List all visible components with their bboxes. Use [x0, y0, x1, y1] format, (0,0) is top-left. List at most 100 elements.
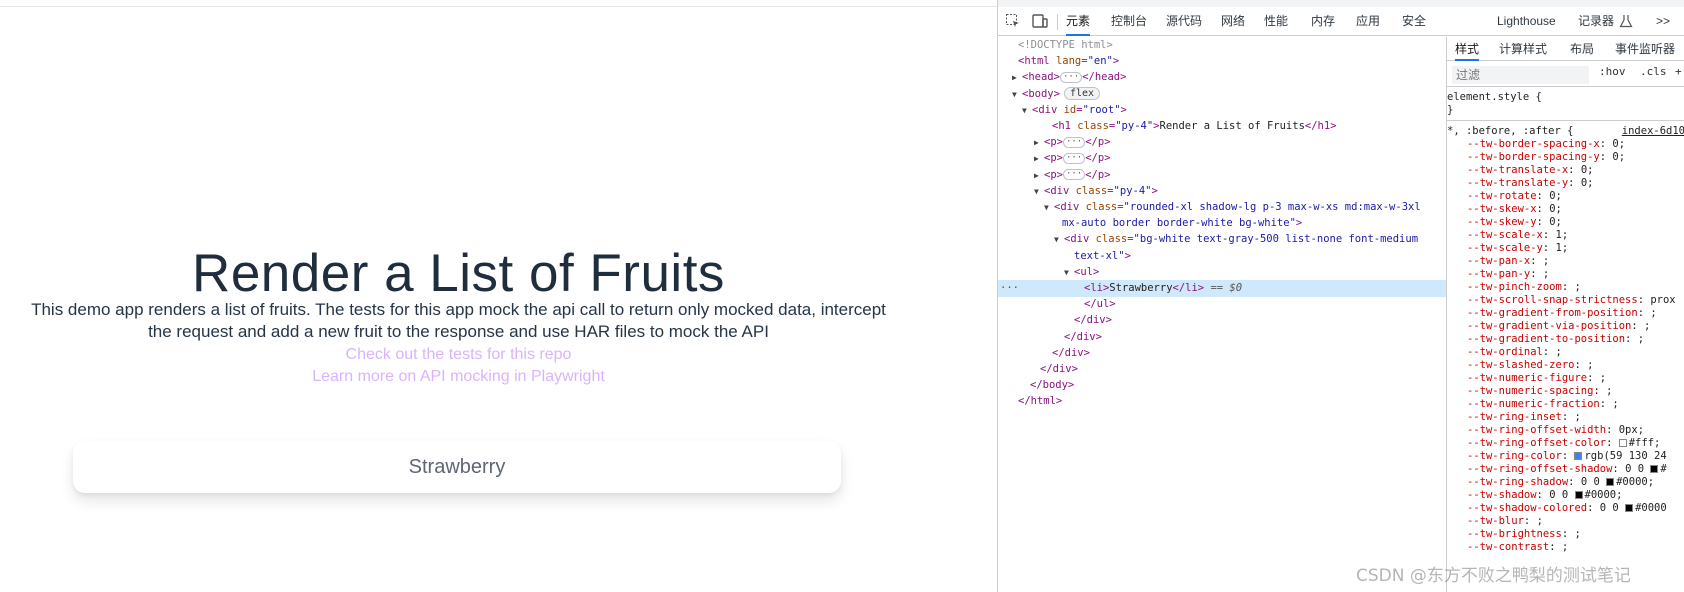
dom-node-line[interactable]: </div>	[998, 312, 1446, 329]
tab-sources[interactable]: 源代码	[1166, 7, 1202, 36]
tab-elements[interactable]: 元素	[1066, 7, 1091, 36]
dom-node-line[interactable]: </div>	[998, 329, 1446, 346]
node-actions-icon[interactable]: ···	[1000, 280, 1019, 297]
dom-node-line[interactable]: </div>	[998, 361, 1446, 378]
css-declaration[interactable]: --tw-skew-x: 0;	[1447, 203, 1684, 216]
inspect-element-icon[interactable]	[1005, 13, 1021, 29]
expand-toggle-icon[interactable]: ▶	[1034, 150, 1044, 167]
css-declaration[interactable]: --tw-slashed-zero: ;	[1447, 359, 1684, 372]
css-declaration[interactable]: --tw-gradient-via-position: ;	[1447, 320, 1684, 333]
dom-node-line[interactable]: text-xl">	[998, 248, 1446, 265]
color-swatch-icon[interactable]	[1650, 465, 1659, 473]
css-declaration[interactable]: --tw-ring-shadow: 0 0 #0000;	[1447, 476, 1684, 489]
css-declaration[interactable]: --tw-ring-offset-shadow: 0 0 #	[1447, 463, 1684, 476]
css-declaration[interactable]: --tw-translate-y: 0;	[1447, 177, 1684, 190]
css-declaration[interactable]: --tw-gradient-to-position: ;	[1447, 333, 1684, 346]
tests-repo-link[interactable]: Check out the tests for this repo	[0, 346, 917, 364]
expand-toggle-icon[interactable]: ▼	[1022, 102, 1032, 119]
css-declaration[interactable]: --tw-numeric-figure: ;	[1447, 372, 1684, 385]
expand-toggle-icon[interactable]: ▶	[1034, 134, 1044, 151]
color-swatch-icon[interactable]	[1574, 452, 1583, 460]
color-swatch-icon[interactable]	[1606, 478, 1615, 486]
dom-node-line[interactable]: ▶ <head> ··· </head>	[998, 69, 1446, 86]
css-declaration[interactable]: --tw-blur: ;	[1447, 515, 1684, 528]
rule-source-link[interactable]: index-6d10	[1622, 125, 1684, 138]
css-declaration[interactable]: --tw-pinch-zoom: ;	[1447, 281, 1684, 294]
dom-node-line[interactable]: <h1 class="py-4">Render a List of Fruits…	[998, 118, 1446, 135]
expand-toggle-icon[interactable]: ▼	[1034, 183, 1044, 200]
dom-node-line[interactable]: ▶ <p> ··· </p>	[998, 167, 1446, 184]
css-declaration[interactable]: --tw-scale-x: 1;	[1447, 229, 1684, 242]
tab-layout[interactable]: 布局	[1570, 37, 1594, 61]
tab-performance[interactable]: 性能	[1264, 7, 1288, 36]
css-declaration[interactable]: --tw-shadow: 0 0 #0000;	[1447, 489, 1684, 502]
tab-computed[interactable]: 计算样式	[1499, 37, 1547, 61]
expand-toggle-icon[interactable]: ▼	[1044, 199, 1054, 216]
css-declaration[interactable]: --tw-border-spacing-y: 0;	[1447, 151, 1684, 164]
dom-node-line[interactable]: ▼ <div class="py-4">	[998, 183, 1446, 200]
css-declaration[interactable]: --tw-translate-x: 0;	[1447, 164, 1684, 177]
class-toggle[interactable]: .cls	[1640, 65, 1667, 78]
expand-toggle-icon[interactable]: ▼	[1012, 86, 1022, 103]
tab-application[interactable]: 应用	[1356, 7, 1380, 36]
color-swatch-icon[interactable]	[1574, 491, 1583, 499]
css-declaration[interactable]: --tw-shadow-colored: 0 0 #0000	[1447, 502, 1684, 515]
dom-node-line[interactable]: mx-auto border border-white bg-white">	[998, 215, 1446, 232]
css-declaration[interactable]: --tw-ring-color: rgb(59 130 24	[1447, 450, 1684, 463]
css-declaration[interactable]: --tw-ordinal: ;	[1447, 346, 1684, 359]
css-declaration[interactable]: --tw-rotate: 0;	[1447, 190, 1684, 203]
css-declaration[interactable]: --tw-pan-x: ;	[1447, 255, 1684, 268]
dom-node-line[interactable]: ▶ <p> ··· </p>	[998, 150, 1446, 167]
tab-event-listeners[interactable]: 事件监听器	[1615, 37, 1675, 61]
css-declaration[interactable]: --tw-contrast: ;	[1447, 541, 1684, 554]
api-mocking-link[interactable]: Learn more on API mocking in Playwright	[0, 368, 917, 386]
expand-toggle-icon[interactable]: ▶	[1012, 69, 1022, 86]
css-declaration[interactable]: --tw-ring-inset: ;	[1447, 411, 1684, 424]
rule-separator	[1447, 120, 1684, 121]
new-rule-button[interactable]: +	[1675, 65, 1682, 78]
dom-node-line[interactable]: ▶ <p> ··· </p>	[998, 134, 1446, 151]
css-declaration[interactable]: --tw-ring-offset-width: 0px;	[1447, 424, 1684, 437]
css-declaration[interactable]: --tw-scroll-snap-strictness: prox	[1447, 294, 1684, 307]
expand-toggle-icon[interactable]: ▼	[1064, 264, 1074, 281]
dom-node-line[interactable]: ▼ <div class="rounded-xl shadow-lg p-3 ma…	[998, 199, 1446, 216]
css-declaration[interactable]: --tw-brightness: ;	[1447, 528, 1684, 541]
dom-node-line[interactable]: ▼ <ul>	[998, 264, 1446, 281]
dom-node-line[interactable]: </div>	[998, 345, 1446, 362]
expand-toggle-icon[interactable]: ▶	[1034, 167, 1044, 184]
css-declaration[interactable]: --tw-ring-offset-color: #fff;	[1447, 437, 1684, 450]
css-declaration[interactable]: --tw-numeric-spacing: ;	[1447, 385, 1684, 398]
tab-security[interactable]: 安全	[1402, 7, 1426, 36]
tab-recorder[interactable]: 记录器	[1578, 7, 1614, 36]
color-swatch-icon[interactable]	[1625, 504, 1634, 512]
tab-console[interactable]: 控制台	[1111, 7, 1147, 36]
css-declaration[interactable]: --tw-scale-y: 1;	[1447, 242, 1684, 255]
dom-node-line[interactable]: </body>	[998, 377, 1446, 394]
expand-toggle-icon[interactable]: ▼	[1054, 231, 1064, 248]
device-toolbar-icon[interactable]	[1031, 13, 1048, 29]
css-declaration[interactable]: --tw-skew-y: 0;	[1447, 216, 1684, 229]
dom-node-line[interactable]: </html>	[998, 393, 1446, 410]
dom-node-line[interactable]: <html lang="en">	[998, 53, 1446, 70]
css-declaration[interactable]: --tw-gradient-from-position: ;	[1447, 307, 1684, 320]
tab-network[interactable]: 网络	[1221, 7, 1245, 36]
styles-filter-input[interactable]	[1452, 66, 1589, 84]
dom-node-line[interactable]: ··· <li>Strawberry</li> == $0	[998, 280, 1446, 297]
css-declaration[interactable]: --tw-numeric-fraction: ;	[1447, 398, 1684, 411]
dom-node-line[interactable]: </ul>	[998, 296, 1446, 313]
tab-styles[interactable]: 样式	[1455, 37, 1480, 61]
dom-node-line[interactable]: ▼ <div id="root">	[998, 102, 1446, 119]
dom-node-line[interactable]: ▼ <div class="bg-white text-gray-500 list…	[998, 231, 1446, 248]
css-property-name: --tw-translate-y	[1467, 177, 1569, 189]
color-swatch-icon[interactable]	[1618, 439, 1627, 447]
tag-open: <div	[1054, 201, 1086, 213]
tab-lighthouse[interactable]: Lighthouse	[1497, 7, 1556, 36]
dom-node-line[interactable]: <!DOCTYPE html>	[998, 37, 1446, 54]
css-declaration[interactable]: --tw-pan-y: ;	[1447, 268, 1684, 281]
more-tabs-button[interactable]: >>	[1656, 7, 1670, 36]
tab-memory[interactable]: 内存	[1311, 7, 1335, 36]
tag-open: <li>	[1084, 282, 1110, 294]
dom-node-line[interactable]: ▼ <body> flex	[998, 86, 1446, 103]
hover-state-toggle[interactable]: :hov	[1599, 65, 1626, 78]
css-declaration[interactable]: --tw-border-spacing-x: 0;	[1447, 138, 1684, 151]
